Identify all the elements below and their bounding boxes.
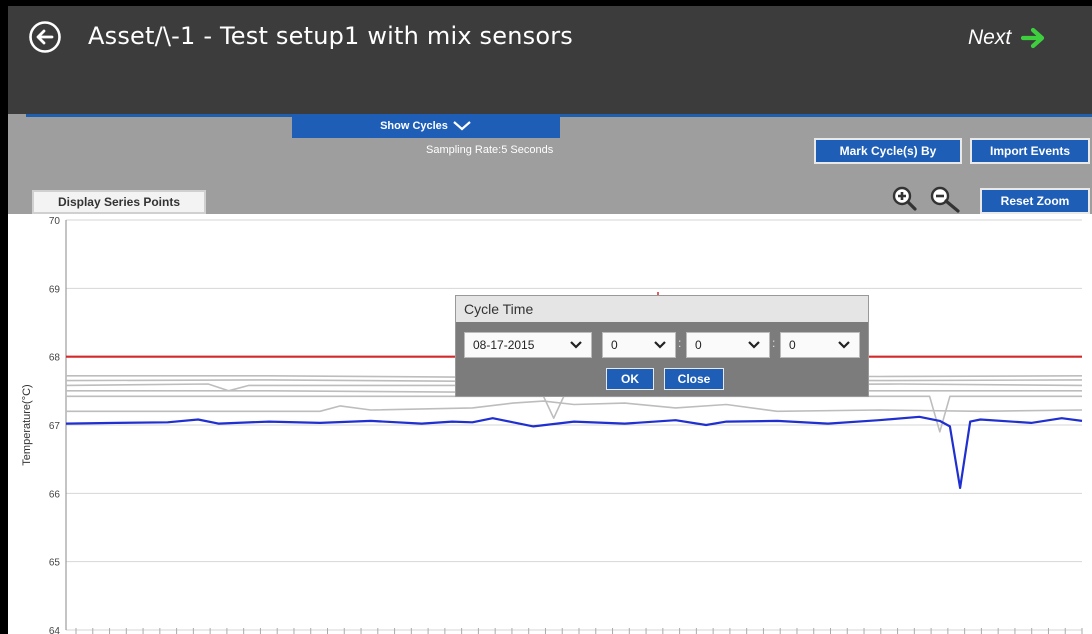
display-series-points-button[interactable]: Display Series Points <box>32 190 206 214</box>
zoom-in-icon[interactable] <box>890 184 918 212</box>
import-events-button[interactable]: Import Events <box>970 138 1090 164</box>
hour-value: 0 <box>611 338 618 352</box>
series-line-7 <box>65 415 1083 489</box>
date-value: 08-17-2015 <box>473 338 535 352</box>
chevron-down-icon <box>453 121 471 131</box>
time-separator: : <box>678 336 682 350</box>
reset-zoom-button[interactable]: Reset Zoom <box>980 188 1090 214</box>
hour-select[interactable]: 0 <box>602 332 676 358</box>
next-label: Next <box>968 26 1012 49</box>
y-tick-label: 68 <box>49 353 61 364</box>
close-button[interactable]: Close <box>664 368 724 390</box>
chart-toolbar: Show Cycles Sampling Rate:5 Seconds Mark… <box>8 114 1092 214</box>
minute-value: 0 <box>695 338 702 352</box>
chevron-down-icon <box>570 341 582 349</box>
y-tick-label: 69 <box>49 284 61 295</box>
series-line-5 <box>66 395 1082 433</box>
chevron-down-icon <box>748 341 760 349</box>
show-cycles-button[interactable]: Show Cycles <box>292 114 560 138</box>
mark-cycles-button[interactable]: Mark Cycle(s) By <box>814 138 962 164</box>
y-tick-label: 66 <box>49 489 61 500</box>
app-window: Asset/\-1 - Test setup1 with mix sensors… <box>8 6 1092 634</box>
next-button[interactable]: Next <box>968 26 1047 50</box>
y-tick-label: 65 <box>49 558 61 569</box>
y-tick-label: 64 <box>49 626 61 634</box>
cycle-time-dialog: Cycle Time 08-17-2015 0 : 0 : 0 OK Close <box>456 296 868 396</box>
y-tick-label: 67 <box>49 421 61 432</box>
zoom-out-icon[interactable] <box>928 184 962 214</box>
chevron-down-icon <box>654 341 666 349</box>
sampling-rate-text: Sampling Rate:5 Seconds <box>426 144 554 156</box>
arrow-right-icon <box>1021 27 1045 49</box>
date-select[interactable]: 08-17-2015 <box>464 332 592 358</box>
dialog-title: Cycle Time <box>456 296 868 322</box>
minute-select[interactable]: 0 <box>686 332 770 358</box>
header-bar: Asset/\-1 - Test setup1 with mix sensors… <box>8 6 1092 114</box>
y-axis-label: Temperature(°C) <box>21 384 33 465</box>
back-arrow-circle-icon[interactable] <box>28 20 62 54</box>
temperature-chart[interactable]: 70 69 68 67 66 65 64 Temperature(°C) <box>8 214 1092 634</box>
chart-svg: 70 69 68 67 66 65 64 Temperature(°C) <box>21 216 1083 634</box>
chevron-down-icon <box>838 341 850 349</box>
show-cycles-label: Show Cycles <box>380 120 448 132</box>
second-value: 0 <box>789 338 796 352</box>
ok-button[interactable]: OK <box>606 368 654 390</box>
y-tick-label: 70 <box>49 216 61 227</box>
series-line-6 <box>66 400 1083 413</box>
time-separator: : <box>772 336 776 350</box>
page-title: Asset/\-1 - Test setup1 with mix sensors <box>88 22 573 50</box>
second-select[interactable]: 0 <box>780 332 860 358</box>
